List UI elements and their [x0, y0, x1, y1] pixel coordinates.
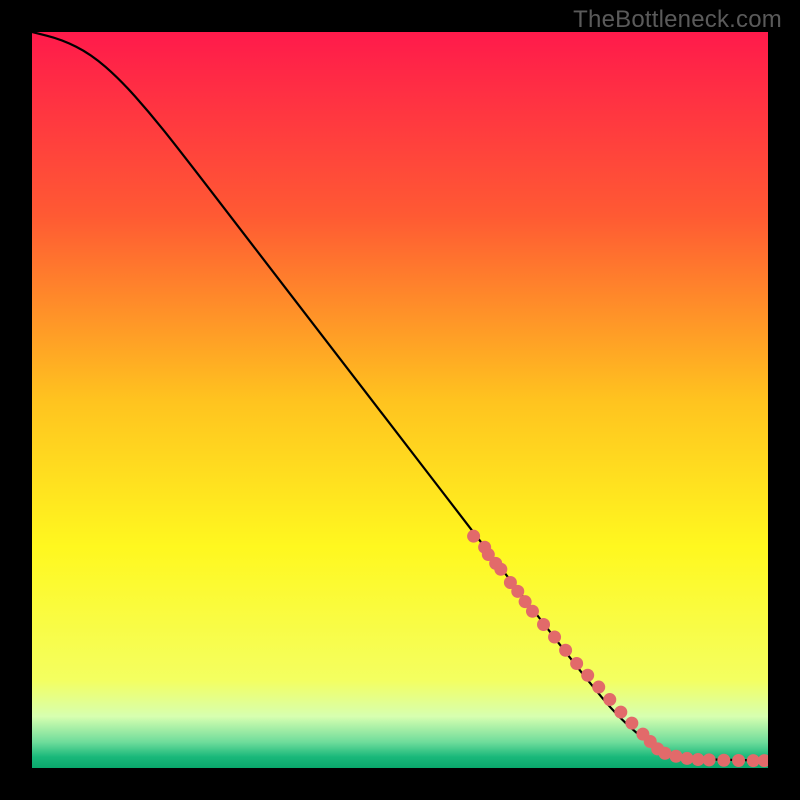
- scatter-point: [603, 693, 616, 706]
- scatter-point: [592, 681, 605, 694]
- scatter-point: [467, 530, 480, 543]
- plot-area: [32, 32, 768, 768]
- scatter-point: [717, 754, 730, 767]
- scatter-point: [692, 753, 705, 766]
- attribution-label: TheBottleneck.com: [573, 6, 782, 34]
- scatter-point: [614, 706, 627, 719]
- scatter-point: [581, 669, 594, 682]
- figure-frame: TheBottleneck.com: [0, 0, 800, 800]
- scatter-point: [570, 657, 583, 670]
- scatter-point: [681, 752, 694, 765]
- chart-svg: [32, 32, 768, 768]
- scatter-point: [658, 747, 671, 760]
- scatter-point: [559, 644, 572, 657]
- scatter-point: [732, 754, 745, 767]
- scatter-point: [526, 605, 539, 618]
- scatter-point: [548, 630, 561, 643]
- gradient-background: [32, 32, 768, 768]
- scatter-point: [670, 750, 683, 763]
- scatter-point: [494, 563, 507, 576]
- scatter-point: [703, 753, 716, 766]
- scatter-point: [625, 717, 638, 730]
- scatter-point: [537, 618, 550, 631]
